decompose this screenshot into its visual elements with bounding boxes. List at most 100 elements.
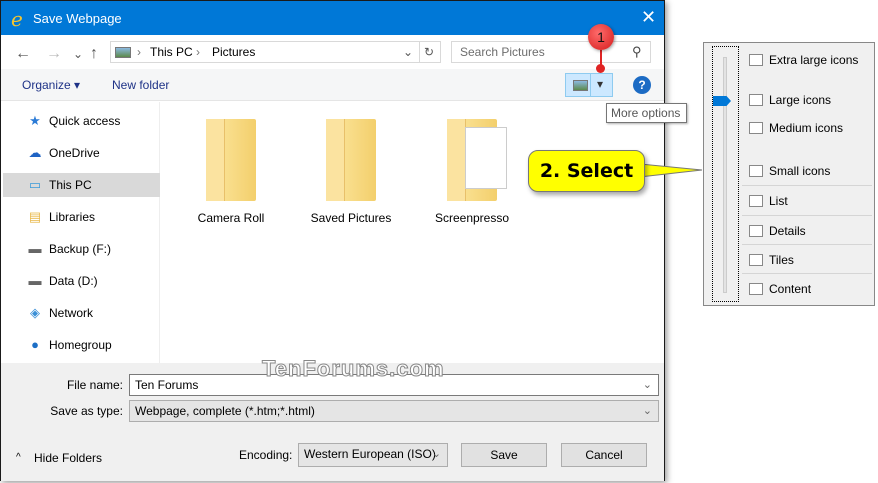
hide-folders-button[interactable]: Hide Folders xyxy=(34,451,102,465)
folder-saved-pictures[interactable]: Saved Pictures xyxy=(291,119,411,225)
tiles-icon xyxy=(749,254,763,266)
encoding-select[interactable]: Western European (ISO) ⌄ xyxy=(298,443,448,467)
ie-logo-icon: e xyxy=(11,7,23,31)
marker-dot xyxy=(596,64,605,73)
search-icon: ⚲ xyxy=(632,44,642,59)
cloud-icon: ☁ xyxy=(28,145,42,160)
step-2-callout: 2. Select xyxy=(528,150,645,192)
sidebar-item-backup-f[interactable]: ▬ Backup (F:) xyxy=(3,237,160,261)
new-folder-button[interactable]: New folder xyxy=(112,78,169,92)
refresh-button[interactable]: ↻ xyxy=(424,45,434,59)
view-item-label: Tiles xyxy=(769,253,794,267)
small-icons-icon xyxy=(749,165,763,177)
encoding-label: Encoding: xyxy=(239,448,293,462)
breadcrumb-pictures[interactable]: Pictures xyxy=(212,45,255,59)
save-as-type-value: Webpage, complete (*.htm;*.html) xyxy=(135,404,315,418)
navigation-pane: ★ Quick access ☁ OneDrive ▭ This PC ▤ Librar… xyxy=(1,102,160,364)
breadcrumb-this-pc[interactable]: This PC xyxy=(150,45,193,59)
breadcrumb-separator: › xyxy=(196,45,200,59)
cancel-button[interactable]: Cancel xyxy=(561,443,647,467)
folder-camera-roll[interactable]: Camera Roll xyxy=(171,119,291,225)
recent-locations-button[interactable]: ⌄ xyxy=(73,47,83,61)
organize-button[interactable]: Organize ▾ xyxy=(22,78,80,92)
view-content[interactable]: Content xyxy=(744,277,872,301)
pictures-icon xyxy=(115,47,131,58)
drive-icon: ▬ xyxy=(28,241,42,256)
divider xyxy=(742,185,872,186)
view-details[interactable]: Details xyxy=(744,219,872,243)
close-button[interactable]: ✕ xyxy=(641,7,656,28)
title-bar: e Save Webpage ✕ xyxy=(1,1,664,35)
view-item-label: Small icons xyxy=(769,164,831,178)
sidebar-item-data-d[interactable]: ▬ Data (D:) xyxy=(3,269,160,293)
homegroup-icon: ● xyxy=(31,337,39,352)
folder-name: Saved Pictures xyxy=(310,211,392,225)
folder-screenpresso[interactable]: Screenpresso xyxy=(412,119,532,225)
save-button[interactable]: Save xyxy=(461,443,547,467)
save-webpage-dialog: e Save Webpage ✕ ← → ⌄ ↑ › This PC › Pic… xyxy=(0,0,665,481)
drive-icon: ▬ xyxy=(28,273,42,288)
view-size-slider[interactable] xyxy=(712,46,739,302)
slider-track xyxy=(723,57,727,293)
search-input[interactable]: Search Pictures ⚲ xyxy=(451,41,651,63)
view-tiles[interactable]: Tiles xyxy=(744,248,872,272)
divider xyxy=(590,74,591,96)
sidebar-item-network[interactable]: ◈ Network xyxy=(3,301,160,325)
save-as-type-label: Save as type: xyxy=(50,404,123,418)
window-title: Save Webpage xyxy=(33,11,122,26)
sidebar-item-label: Libraries xyxy=(49,210,96,224)
sidebar-item-label: Backup (F:) xyxy=(49,242,112,256)
sidebar-item-homegroup[interactable]: ● Homegroup xyxy=(3,333,160,357)
large-icons-view-icon xyxy=(573,80,588,91)
content-icon xyxy=(749,283,763,295)
sidebar-item-label: OneDrive xyxy=(49,146,100,160)
help-button[interactable]: ? xyxy=(633,76,651,94)
sidebar-item-quick-access[interactable]: ★ Quick access xyxy=(3,109,160,133)
encoding-value: Western European (ISO) xyxy=(304,447,436,461)
back-button[interactable]: ← xyxy=(15,45,31,63)
view-medium-icons[interactable]: Medium icons xyxy=(744,116,872,140)
up-button[interactable]: ↑ xyxy=(90,45,98,63)
view-large-icons[interactable]: Large icons xyxy=(744,88,872,112)
sidebar-item-label: Quick access xyxy=(49,114,121,128)
star-icon: ★ xyxy=(29,113,41,128)
sidebar-item-onedrive[interactable]: ☁ OneDrive xyxy=(3,141,160,165)
view-list[interactable]: List xyxy=(744,189,872,213)
folder-icon xyxy=(206,119,256,201)
more-options-button[interactable]: ▾ xyxy=(597,77,603,91)
view-extra-large-icons[interactable]: Extra large icons xyxy=(744,48,872,72)
address-bar[interactable]: › This PC › Pictures ⌄ ↻ xyxy=(110,41,441,63)
divider xyxy=(742,244,872,245)
sidebar-item-libraries[interactable]: ▤ Libraries xyxy=(3,205,160,229)
sidebar-item-label: This PC xyxy=(49,178,92,192)
view-menu: Extra large icons Large icons Medium ico… xyxy=(703,42,875,306)
file-name-value: Ten Forums xyxy=(135,378,199,392)
chevron-down-icon: ⌄ xyxy=(431,448,441,460)
chevron-down-icon[interactable]: ⌄ xyxy=(643,378,652,391)
view-item-label: List xyxy=(769,194,788,208)
address-dropdown-icon[interactable]: ⌄ xyxy=(403,45,413,59)
divider xyxy=(742,215,872,216)
medium-icons-icon xyxy=(749,122,763,134)
slider-thumb[interactable] xyxy=(713,96,731,106)
more-options-tooltip: More options xyxy=(606,103,687,123)
chevron-down-icon: ⌄ xyxy=(642,405,652,417)
chevron-up-icon: ^ xyxy=(16,452,21,463)
details-icon xyxy=(749,225,763,237)
folder-icon xyxy=(326,119,376,201)
divider xyxy=(419,42,420,62)
search-placeholder: Search Pictures xyxy=(460,45,545,59)
sidebar-item-this-pc[interactable]: ▭ This PC xyxy=(3,173,160,197)
forward-button[interactable]: → xyxy=(46,45,62,63)
save-as-type-select[interactable]: Webpage, complete (*.htm;*.html) ⌄ xyxy=(129,400,659,422)
folder-icon xyxy=(447,119,507,201)
view-item-label: Details xyxy=(769,224,806,238)
sidebar-item-label: Network xyxy=(49,306,94,320)
step-1-marker: 1 xyxy=(588,24,614,50)
folder-name: Camera Roll xyxy=(197,211,265,225)
divider xyxy=(742,273,872,274)
change-view-button[interactable]: ▾ xyxy=(565,73,613,97)
breadcrumb-separator: › xyxy=(137,45,141,59)
view-item-label: Content xyxy=(769,282,812,296)
view-small-icons[interactable]: Small icons xyxy=(744,159,872,183)
